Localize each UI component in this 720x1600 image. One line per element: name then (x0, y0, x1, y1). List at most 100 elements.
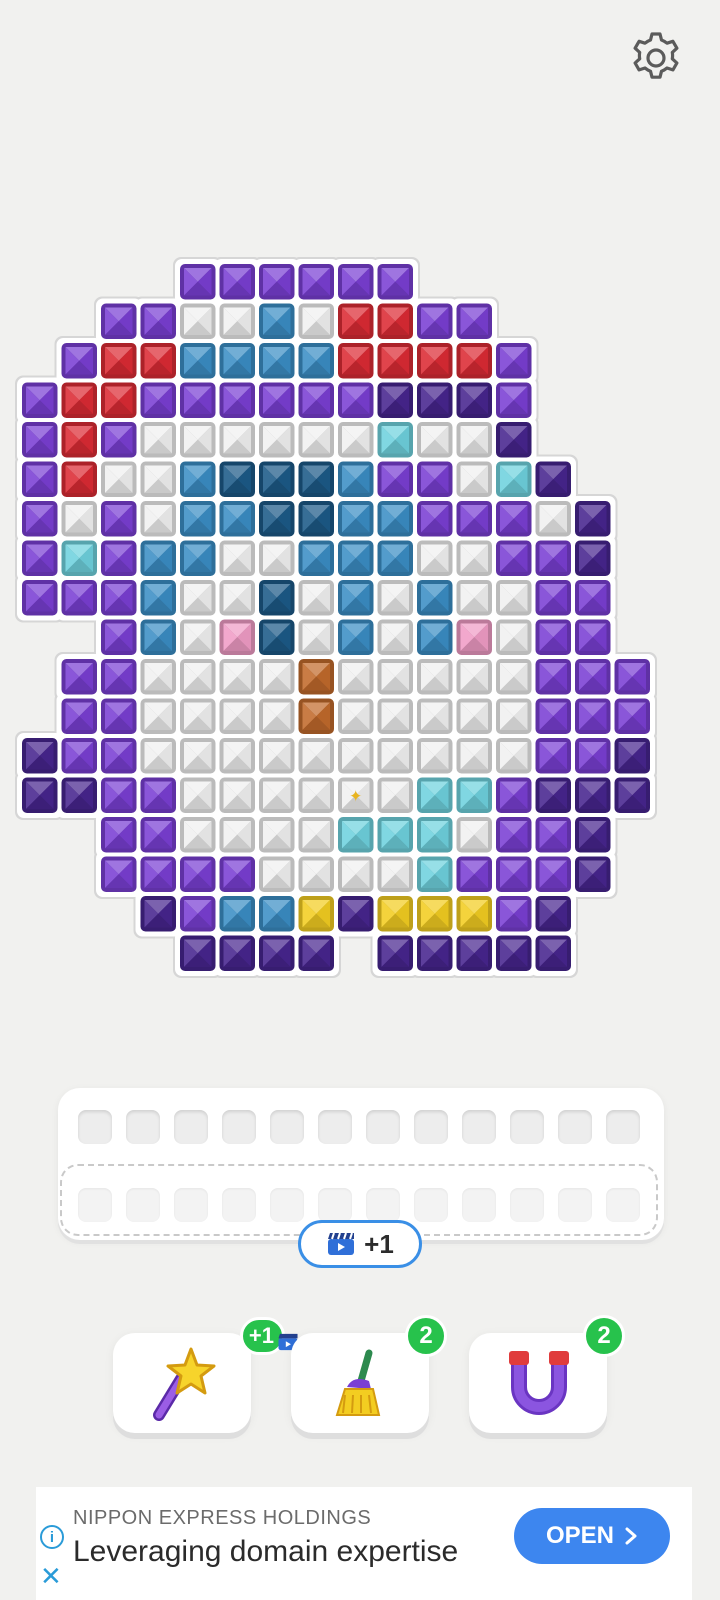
board-block[interactable] (61, 659, 98, 695)
board-block[interactable] (377, 935, 414, 972)
board-block[interactable] (338, 461, 374, 498)
board-block[interactable] (535, 698, 572, 735)
board-block[interactable] (338, 738, 374, 774)
board-block[interactable] (180, 896, 216, 932)
board-block[interactable] (298, 501, 335, 537)
board-block[interactable] (101, 619, 137, 656)
board-block[interactable] (496, 896, 532, 932)
board-block[interactable] (417, 659, 453, 695)
board-block[interactable] (180, 264, 216, 300)
board-block[interactable] (535, 659, 572, 695)
board-block[interactable] (61, 501, 98, 537)
board-block[interactable] (140, 382, 177, 419)
board-block[interactable] (535, 935, 572, 972)
board-block[interactable] (180, 817, 216, 853)
board-block[interactable] (61, 461, 98, 498)
board-block[interactable] (496, 540, 532, 577)
board-block[interactable] (575, 777, 611, 814)
board-block[interactable] (140, 303, 177, 340)
board-block[interactable] (338, 303, 374, 340)
board-block[interactable] (22, 461, 58, 498)
board-block[interactable] (61, 382, 98, 419)
board-block[interactable] (180, 501, 216, 537)
board-block[interactable] (535, 777, 572, 814)
board-block[interactable] (456, 501, 493, 537)
board-block[interactable] (219, 896, 256, 932)
board-block[interactable] (298, 698, 335, 735)
board-block[interactable] (575, 540, 611, 577)
board-block[interactable] (140, 580, 177, 616)
board-block[interactable] (456, 659, 493, 695)
board-block[interactable] (140, 659, 177, 695)
board-block[interactable] (298, 738, 335, 774)
board-block[interactable] (180, 935, 216, 972)
board-block[interactable] (496, 856, 532, 893)
board-block[interactable] (614, 698, 651, 735)
board-block[interactable] (259, 777, 295, 814)
board-block[interactable] (219, 382, 256, 419)
board-block[interactable] (22, 540, 58, 577)
board-block[interactable] (456, 698, 493, 735)
board-block[interactable] (456, 540, 493, 577)
board-block[interactable] (377, 382, 414, 419)
board-block[interactable] (456, 856, 493, 893)
board-block[interactable] (535, 856, 572, 893)
board-block[interactable] (140, 501, 177, 537)
board-block[interactable] (101, 343, 137, 379)
board-block[interactable] (219, 777, 256, 814)
board-block[interactable] (417, 896, 453, 932)
board-block[interactable] (456, 580, 493, 616)
board-block[interactable] (496, 777, 532, 814)
board-block[interactable] (417, 738, 453, 774)
board-block[interactable] (377, 896, 414, 932)
board-block[interactable] (535, 817, 572, 853)
board-block[interactable] (377, 264, 414, 300)
board-block[interactable] (298, 935, 335, 972)
board-block[interactable] (377, 540, 414, 577)
board-block[interactable] (140, 896, 177, 932)
board-block[interactable] (575, 580, 611, 616)
board-block[interactable] (417, 856, 453, 893)
board-block[interactable] (417, 540, 453, 577)
board-block[interactable] (219, 619, 256, 656)
board-block[interactable] (456, 777, 493, 814)
board-block[interactable] (298, 264, 335, 300)
board-block[interactable] (259, 303, 295, 340)
board-block[interactable] (180, 343, 216, 379)
board-block[interactable] (219, 422, 256, 458)
board-block[interactable] (298, 461, 335, 498)
board-block[interactable] (496, 935, 532, 972)
board-block[interactable] (417, 698, 453, 735)
board-block[interactable] (259, 896, 295, 932)
board-block[interactable] (140, 698, 177, 735)
board-block[interactable] (496, 738, 532, 774)
board-block[interactable] (575, 817, 611, 853)
board-block[interactable] (338, 382, 374, 419)
board-block[interactable] (298, 382, 335, 419)
board-block[interactable] (259, 738, 295, 774)
board-block[interactable] (61, 540, 98, 577)
board-block[interactable] (219, 461, 256, 498)
board-block[interactable] (219, 580, 256, 616)
board-block[interactable] (140, 619, 177, 656)
board-block[interactable] (219, 303, 256, 340)
board-block[interactable] (180, 619, 216, 656)
board-block[interactable] (101, 540, 137, 577)
board-block[interactable] (259, 580, 295, 616)
board-block[interactable] (417, 461, 453, 498)
board-block[interactable] (259, 659, 295, 695)
board-block[interactable] (417, 935, 453, 972)
board-block[interactable] (535, 580, 572, 616)
board-block[interactable] (61, 698, 98, 735)
board-block[interactable] (456, 422, 493, 458)
board-block[interactable] (180, 698, 216, 735)
board-block[interactable] (338, 501, 374, 537)
board-block[interactable] (338, 896, 374, 932)
board-block[interactable] (535, 738, 572, 774)
board-block[interactable] (298, 619, 335, 656)
board-block[interactable] (456, 343, 493, 379)
board-block[interactable] (61, 343, 98, 379)
board-block[interactable] (496, 659, 532, 695)
board-block[interactable] (180, 777, 216, 814)
board-block[interactable] (180, 382, 216, 419)
